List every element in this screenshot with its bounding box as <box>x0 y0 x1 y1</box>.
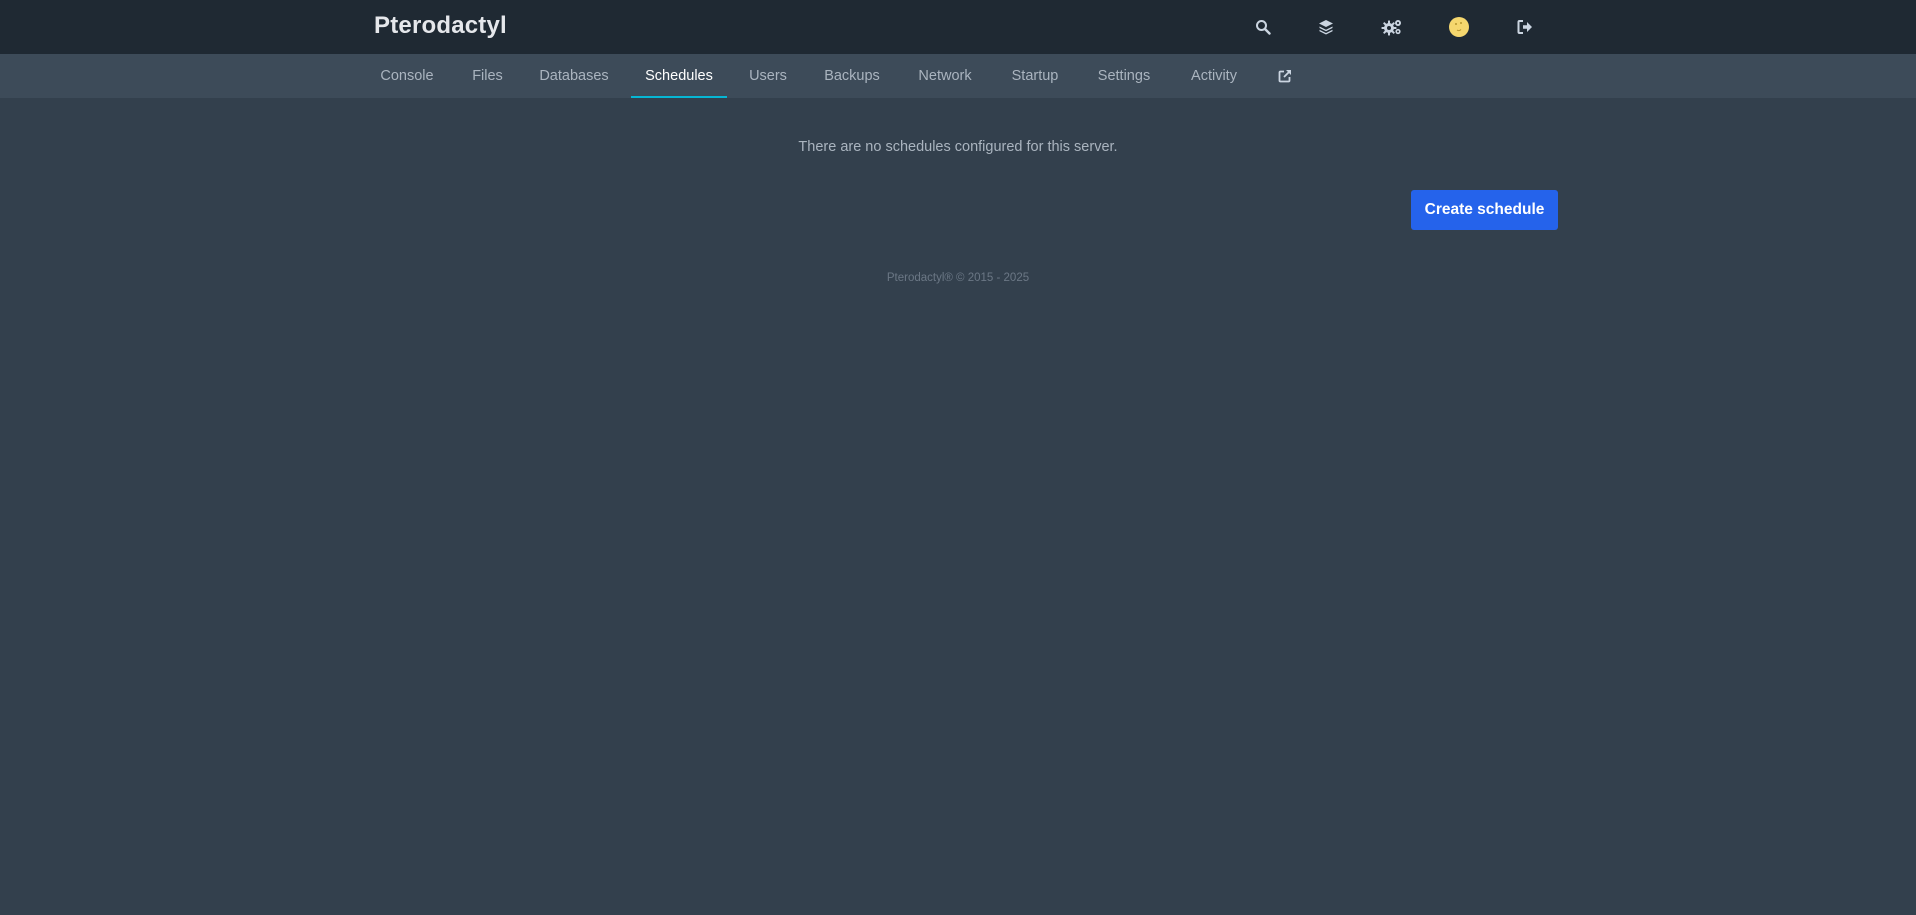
external-link-icon[interactable] <box>1266 54 1304 98</box>
avatar[interactable] <box>1446 14 1472 40</box>
sign-out-icon[interactable] <box>1512 14 1538 40</box>
brand-logo-link[interactable]: Pterodactyl <box>374 12 507 40</box>
footer-copyright: Pterodactyl® © 2015 - 2025 <box>886 272 1030 284</box>
tab-network[interactable]: Network <box>905 54 985 98</box>
tab-backups[interactable]: Backups <box>812 54 892 98</box>
tab-startup[interactable]: Startup <box>999 54 1071 98</box>
search-icon[interactable] <box>1250 14 1276 40</box>
server-subnav: Console Files Databases Schedules Users … <box>0 54 1916 98</box>
empty-schedules-message: There are no schedules configured for th… <box>798 139 1118 155</box>
tab-activity[interactable]: Activity <box>1178 54 1250 98</box>
tab-users[interactable]: Users <box>738 54 798 98</box>
cogs-icon[interactable] <box>1379 14 1405 40</box>
tab-schedules[interactable]: Schedules <box>631 54 727 98</box>
layers-icon[interactable] <box>1313 14 1339 40</box>
tab-console[interactable]: Console <box>366 54 448 98</box>
tab-databases[interactable]: Databases <box>526 54 622 98</box>
top-navbar: Pterodactyl <box>0 0 1916 54</box>
tab-settings[interactable]: Settings <box>1086 54 1162 98</box>
tab-files[interactable]: Files <box>460 54 515 98</box>
create-schedule-button[interactable]: Create schedule <box>1411 190 1558 230</box>
